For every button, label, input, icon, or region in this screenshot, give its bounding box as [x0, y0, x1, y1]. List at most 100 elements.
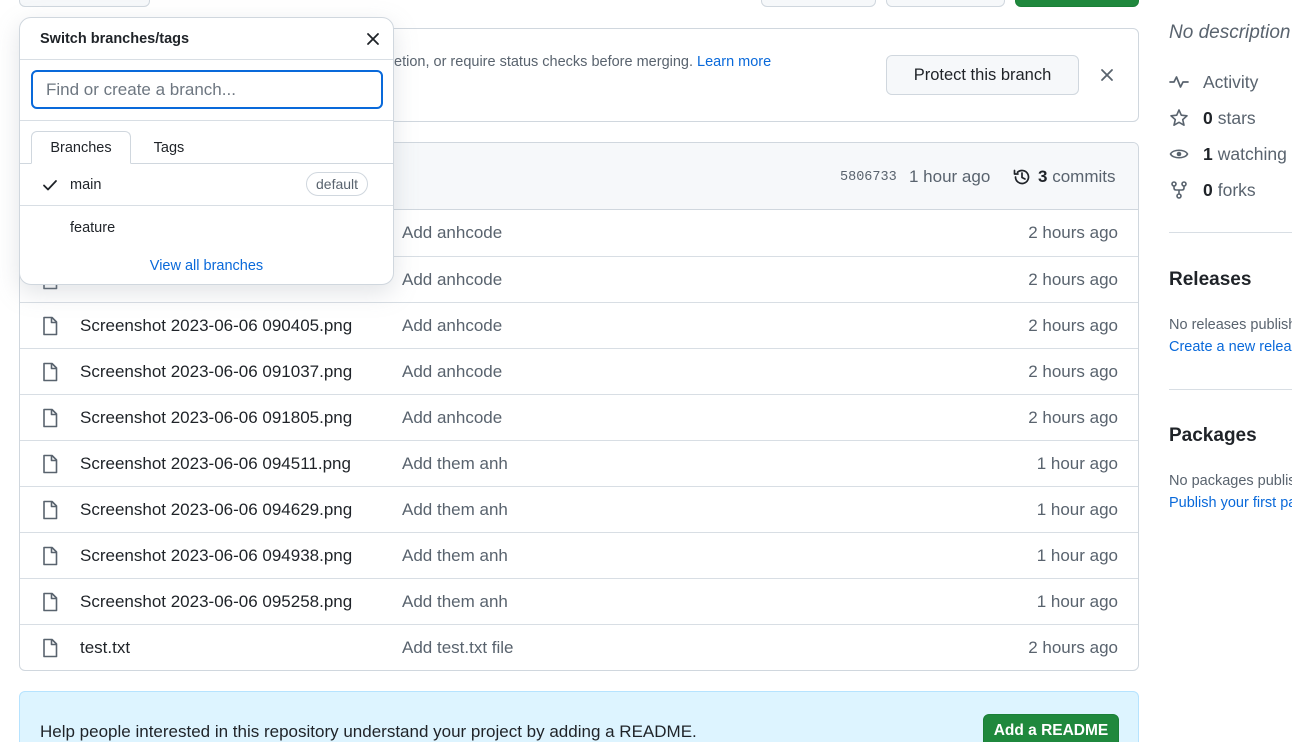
file-icon [41, 546, 59, 566]
commit-message-link[interactable]: Add anhcode [402, 362, 502, 382]
file-icon [41, 454, 59, 474]
file-name-link[interactable]: test.txt [80, 638, 130, 658]
table-row[interactable]: Screenshot 2023-06-06 095258.png Add them… [20, 578, 1138, 624]
commit-message-link[interactable]: Add them anh [402, 592, 508, 612]
commit-age: 1 hour ago [1036, 454, 1118, 473]
tab-tags[interactable]: Tags [133, 131, 205, 164]
add-file-button[interactable] [886, 0, 1005, 7]
view-all-branches-link[interactable]: View all branches [20, 258, 393, 274]
commit-age: 2 hours ago [1028, 362, 1118, 381]
tab-branches[interactable]: Branches [31, 131, 131, 164]
table-row[interactable]: Screenshot 2023-06-06 091037.png Add anhc… [20, 348, 1138, 394]
protect-branch-button[interactable]: Protect this branch [886, 55, 1079, 95]
activity-label: Activity [1203, 71, 1259, 92]
add-readme-button[interactable]: Add a README [983, 714, 1119, 742]
stars-link[interactable]: 0 stars [1169, 106, 1256, 130]
branch-item-feature[interactable]: feature [20, 207, 393, 249]
file-name-link[interactable]: Screenshot 2023-06-06 090405.png [80, 316, 352, 336]
go-to-file-button[interactable] [761, 0, 876, 7]
branch-select-button[interactable] [19, 0, 150, 7]
commit-message-link[interactable]: Add test.txt file [402, 638, 514, 658]
commit-age: 2 hours ago [1028, 408, 1118, 427]
file-icon [41, 592, 59, 612]
create-release-link[interactable]: Create a new release [1169, 339, 1292, 355]
commit-message-link[interactable]: Add anhcode [402, 223, 502, 243]
commit-message-link[interactable]: Add them anh [402, 454, 508, 474]
watching-link[interactable]: 1 watching [1169, 142, 1287, 166]
popup-title: Switch branches/tags [40, 31, 190, 47]
commit-message-link[interactable]: Add anhcode [402, 316, 502, 336]
table-row[interactable]: Screenshot 2023-06-06 091805.png Add anhc… [20, 394, 1138, 440]
code-button[interactable] [1015, 0, 1139, 7]
commit-age: 1 hour ago [1036, 546, 1118, 565]
activity-link[interactable]: Activity [1169, 70, 1258, 94]
table-row[interactable]: Screenshot 2023-06-06 094629.png Add them… [20, 486, 1138, 532]
releases-heading[interactable]: Releases [1169, 269, 1251, 291]
branch-search-input[interactable] [31, 70, 383, 109]
commit-sha[interactable]: 5806733 [840, 170, 897, 185]
file-name-link[interactable]: Screenshot 2023-06-06 094629.png [80, 500, 352, 520]
eye-icon [1169, 149, 1189, 159]
publish-package-link[interactable]: Publish your first package [1169, 495, 1292, 511]
file-name-link[interactable]: Screenshot 2023-06-06 094511.png [80, 454, 351, 474]
watching-count: 1 [1203, 143, 1213, 164]
releases-note: No releases published [1169, 317, 1292, 333]
table-row[interactable]: test.txt Add test.txt file 2 hours ago [20, 624, 1138, 670]
sidebar-divider [1169, 232, 1292, 233]
commit-age: 2 hours ago [1028, 638, 1118, 657]
commit-message-link[interactable]: Add anhcode [402, 408, 502, 428]
commit-age: 1 hour ago [1036, 500, 1118, 519]
commit-age: 2 hours ago [1028, 223, 1118, 242]
file-name-link[interactable]: Screenshot 2023-06-06 094938.png [80, 546, 352, 566]
check-icon [43, 180, 57, 191]
stars-label: stars [1217, 107, 1256, 128]
file-icon [41, 500, 59, 520]
divider [20, 120, 393, 121]
branch-name: feature [70, 220, 116, 236]
history-icon[interactable] [1012, 167, 1032, 187]
default-badge: default [306, 172, 369, 196]
branch-name: main [70, 177, 102, 193]
file-icon [41, 638, 59, 658]
forks-link[interactable]: 0 forks [1169, 178, 1256, 202]
file-icon [41, 362, 59, 382]
commit-message-link[interactable]: Add them anh [402, 500, 508, 520]
file-icon [41, 408, 59, 428]
about-sidebar: No description Activity 0 stars 1 watching… [1169, 0, 1292, 742]
readme-banner: Help people interested in this repositor… [19, 691, 1139, 742]
repo-description: No description [1169, 22, 1291, 43]
file-name-link[interactable]: Screenshot 2023-06-06 091037.png [80, 362, 352, 382]
commit-age: 2 hours ago [1028, 270, 1118, 289]
star-icon [1170, 109, 1188, 126]
commit-message-link[interactable]: Add anhcode [402, 270, 502, 290]
commit-age: 2 hours ago [1028, 316, 1118, 335]
pulse-icon [1169, 76, 1189, 88]
file-name-link[interactable]: Screenshot 2023-06-06 091805.png [80, 408, 352, 428]
file-name-link[interactable]: Screenshot 2023-06-06 095258.png [80, 592, 352, 612]
commit-count: 3 [1038, 167, 1048, 186]
commit-time: 1 hour ago [909, 167, 991, 186]
protect-banner-message: etion, or require status checks before m… [394, 54, 694, 70]
forks-count: 0 [1203, 179, 1213, 200]
fork-icon [1171, 181, 1187, 199]
divider [20, 59, 393, 60]
sidebar-divider [1169, 389, 1292, 390]
commit-age: 1 hour ago [1036, 592, 1118, 611]
packages-note: No packages published [1169, 473, 1292, 489]
table-row[interactable]: Screenshot 2023-06-06 090405.png Add anhc… [20, 302, 1138, 348]
close-icon[interactable] [364, 30, 382, 48]
forks-label: forks [1217, 179, 1256, 200]
packages-heading[interactable]: Packages [1169, 425, 1257, 447]
protect-banner-text: etion, or require status checks before m… [394, 54, 771, 70]
readme-banner-text: Help people interested in this repositor… [40, 722, 697, 741]
table-row[interactable]: Screenshot 2023-06-06 094938.png Add them… [20, 532, 1138, 578]
stars-count: 0 [1203, 107, 1213, 128]
commits-label: commits [1052, 167, 1116, 186]
table-row[interactable]: Screenshot 2023-06-06 094511.png Add them… [20, 440, 1138, 486]
learn-more-link[interactable]: Learn more [697, 54, 771, 70]
close-icon[interactable] [1098, 66, 1116, 84]
branch-item-main[interactable]: main default [20, 164, 393, 206]
commits-link[interactable]: 3 commits [1038, 167, 1115, 187]
commit-message-link[interactable]: Add them anh [402, 546, 508, 566]
watching-label: watching [1217, 143, 1287, 164]
